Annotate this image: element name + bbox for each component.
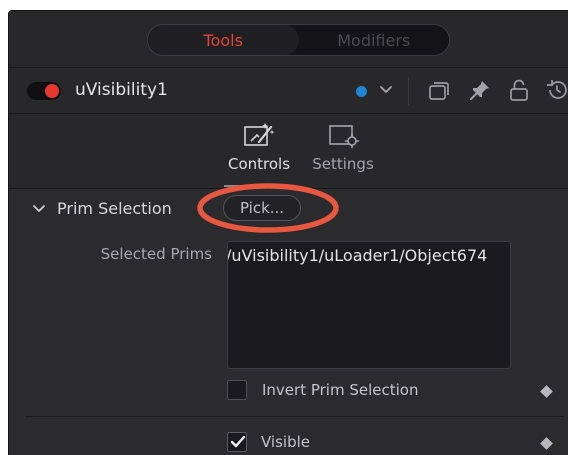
selected-prims-value: /uVisibility1/uLoader1/Object674 (227, 246, 488, 265)
visible-label: Visible (261, 433, 310, 451)
section-header-prim-selection[interactable]: Prim Selection (31, 199, 172, 218)
lock-icon[interactable] (508, 78, 530, 102)
tool-enable-toggle[interactable] (27, 82, 61, 100)
settings-icon (329, 125, 360, 149)
invert-prim-selection-checkbox[interactable] (227, 380, 247, 400)
tab-controls[interactable]: Controls (224, 121, 294, 173)
tab-settings-label: Settings (312, 155, 374, 173)
pin-icon[interactable] (468, 78, 492, 102)
tool-color-dot[interactable] (356, 86, 367, 97)
tool-name[interactable]: uVisibility1 (75, 80, 168, 100)
keyframe-diamond-icon[interactable] (540, 437, 553, 450)
divider (408, 77, 409, 105)
controls-icon (244, 123, 275, 146)
divider (25, 416, 564, 417)
inspector-panel: Tools Modifiers uVisibility1 Controls Se… (8, 10, 568, 455)
chevron-down-icon[interactable] (31, 201, 47, 217)
inspector-tab-bar: Tools Modifiers (147, 24, 450, 56)
divider (9, 113, 568, 114)
pick-button[interactable]: Pick... (223, 195, 301, 221)
tab-tools[interactable]: Tools (148, 25, 299, 55)
stack-icon[interactable] (427, 79, 451, 103)
reset-icon[interactable] (545, 78, 568, 102)
selected-prims-label: Selected Prims (100, 245, 212, 263)
visible-row: Visible (227, 432, 310, 452)
selected-prims-field[interactable]: /uVisibility1/uLoader1/Object674 (227, 241, 511, 369)
tab-settings[interactable]: Settings (308, 121, 378, 173)
tab-modifiers[interactable]: Modifiers (299, 25, 450, 55)
checkmark-icon (230, 435, 246, 448)
chevron-down-icon[interactable] (378, 79, 394, 101)
visible-checkbox[interactable] (227, 432, 247, 452)
controls-body: Prim Selection Pick... Selected Prims /u… (9, 183, 568, 455)
section-title: Prim Selection (57, 199, 172, 218)
invert-prim-selection-row: Invert Prim Selection (227, 380, 418, 400)
tab-controls-label: Controls (227, 155, 291, 173)
keyframe-diamond-icon[interactable] (540, 385, 553, 398)
tool-header: uVisibility1 (9, 67, 568, 113)
invert-prim-selection-label: Invert Prim Selection (262, 381, 419, 399)
active-tab-indicator (224, 185, 294, 187)
control-tabs: Controls Settings (9, 115, 568, 187)
